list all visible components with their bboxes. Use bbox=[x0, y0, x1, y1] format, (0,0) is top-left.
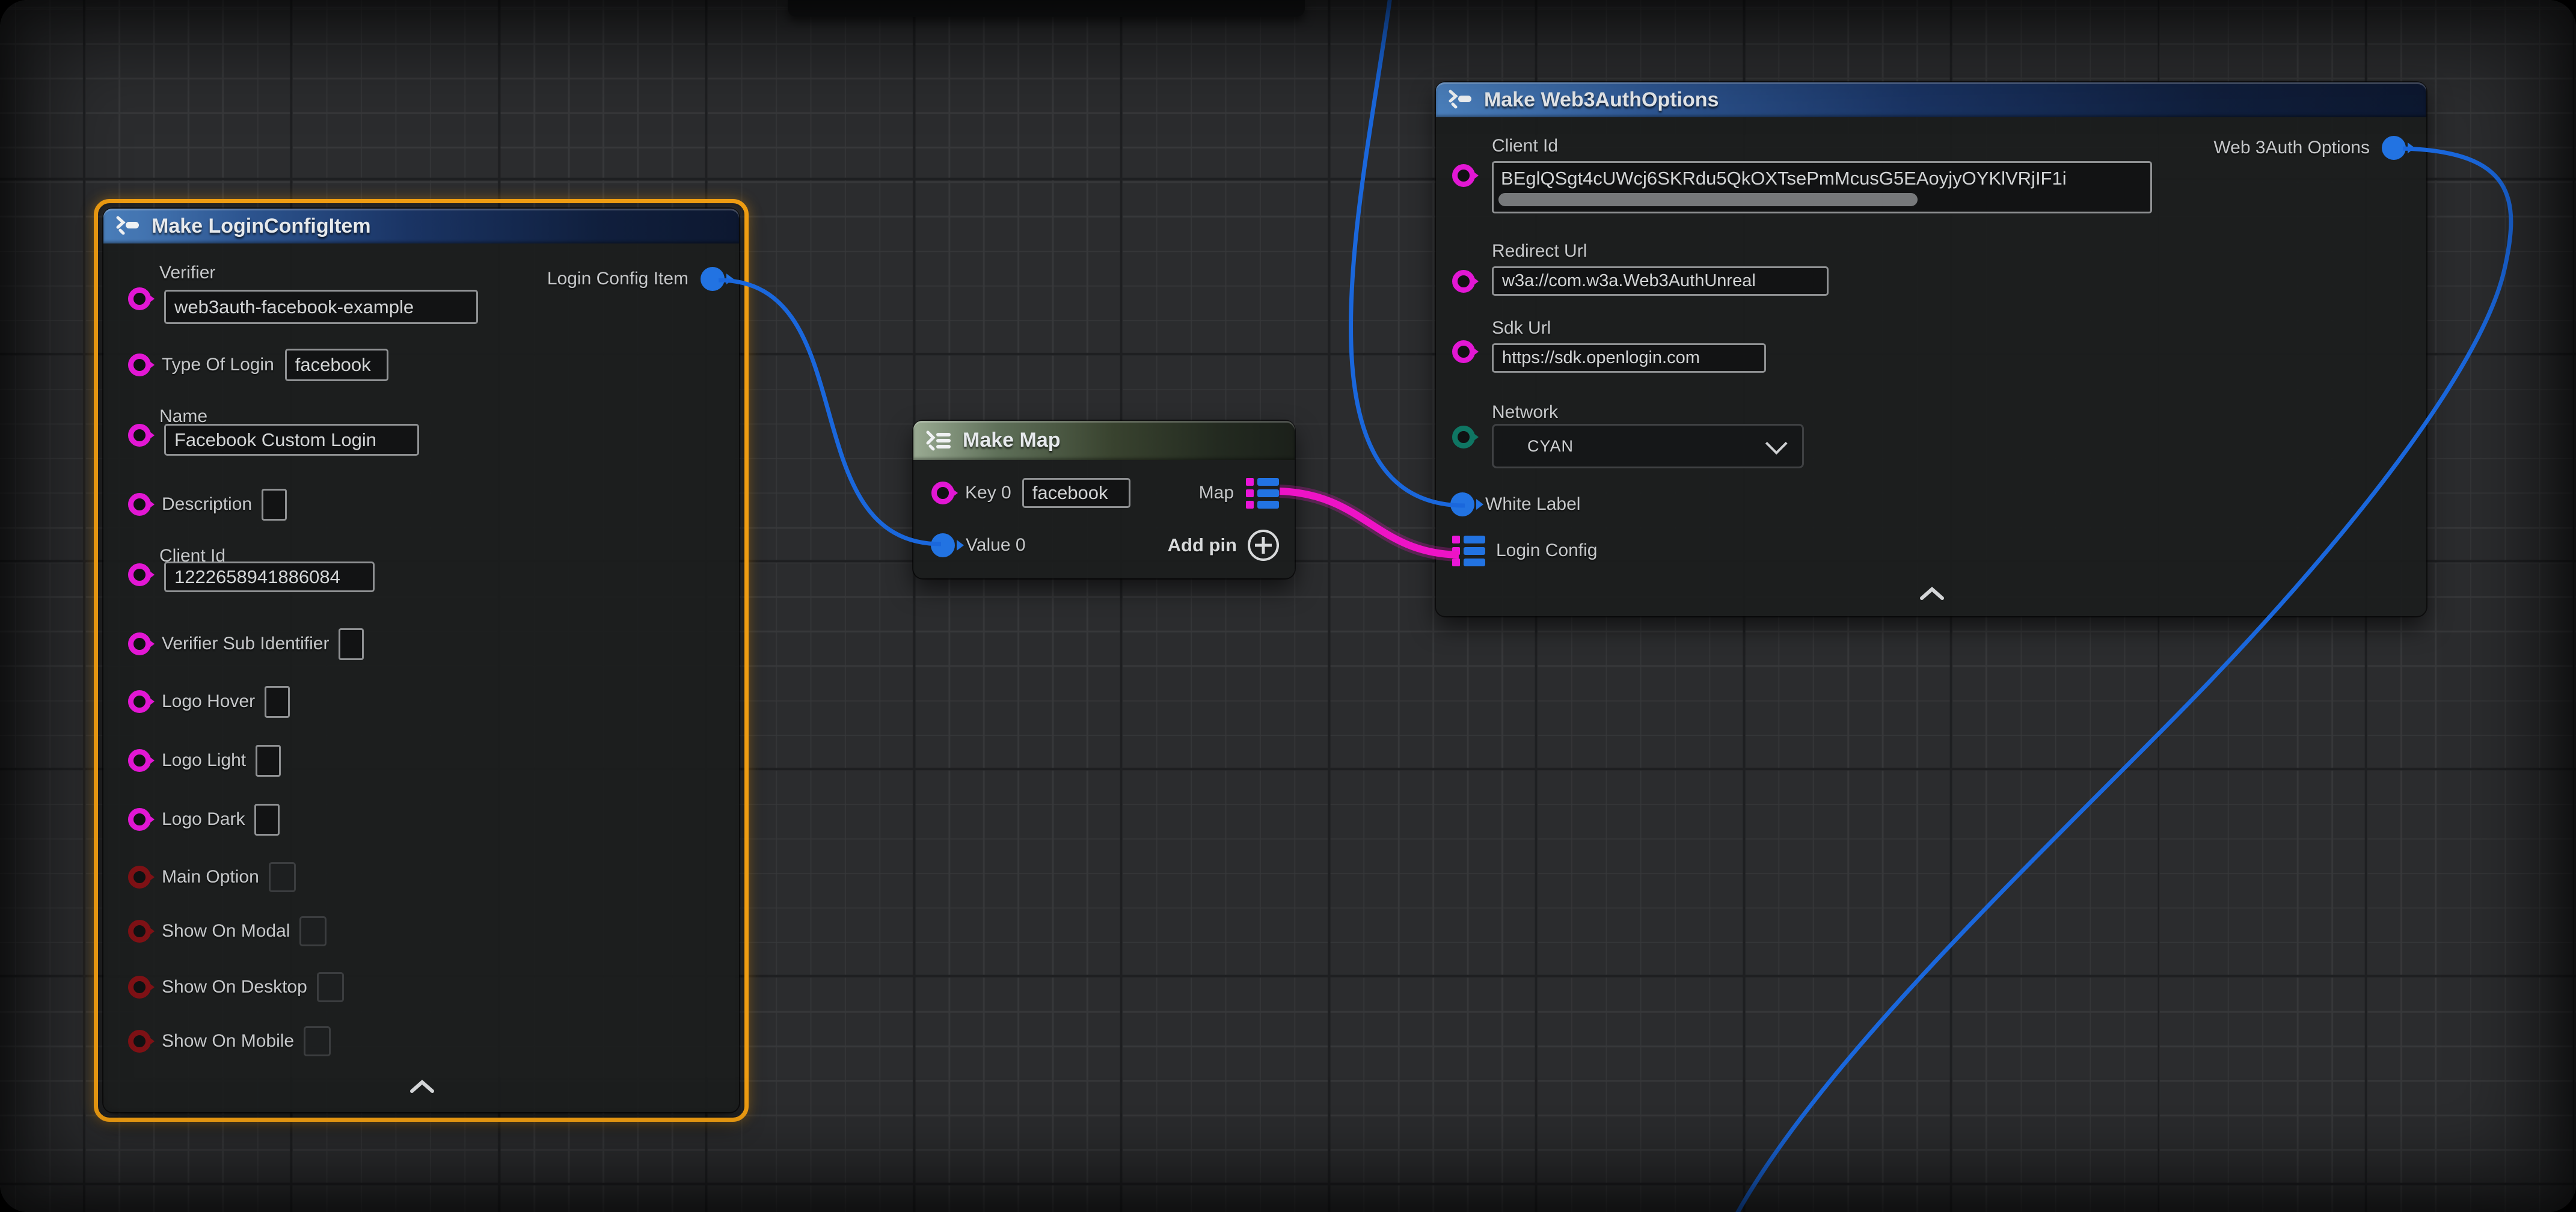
client-id-scrollbar[interactable] bbox=[1498, 193, 1918, 206]
pin-label-key-0: Key 0 bbox=[965, 483, 1011, 503]
pin-label-login-config-item: Login Config Item bbox=[547, 269, 688, 289]
pin-logo-light[interactable] bbox=[128, 749, 151, 772]
pin-show-on-desktop[interactable] bbox=[128, 976, 151, 999]
pin-network[interactable] bbox=[1452, 426, 1475, 448]
network-selected-value: CYAN bbox=[1527, 437, 1574, 456]
add-pin-button[interactable]: Add pin bbox=[1168, 530, 1279, 561]
pin-sdk-url[interactable] bbox=[1452, 340, 1475, 363]
node-header-make-web3authoptions[interactable]: Make Web3AuthOptions bbox=[1436, 82, 2426, 117]
pin-verifier[interactable] bbox=[128, 287, 151, 310]
pin-label-description: Description bbox=[162, 494, 252, 515]
wire-loginconfigitem-to-value0[interactable] bbox=[719, 280, 941, 544]
pin-redirect-url[interactable] bbox=[1452, 270, 1475, 293]
type-of-login-input[interactable]: facebook bbox=[285, 349, 388, 381]
collapse-chevron[interactable] bbox=[407, 1079, 437, 1098]
chevron-down-icon bbox=[1765, 432, 1788, 454]
pin-label-redirect-url: Redirect Url bbox=[1492, 241, 1587, 262]
node-header-make-map[interactable]: Make Map bbox=[913, 421, 1295, 460]
pin-label-client-id: Client Id bbox=[1492, 136, 1558, 156]
pin-label-network: Network bbox=[1492, 402, 1558, 423]
client-id-input[interactable]: 1222658941886084 bbox=[164, 562, 375, 592]
network-dropdown[interactable]: CYAN bbox=[1492, 424, 1804, 468]
node-title: Make Web3AuthOptions bbox=[1484, 88, 1719, 112]
blueprint-canvas[interactable]: Make LoginConfigItem Login Config Item V… bbox=[0, 0, 2576, 1212]
pin-label-value-0: Value 0 bbox=[966, 535, 1026, 556]
pin-output-login-config-item[interactable] bbox=[701, 267, 725, 291]
sdk-url-input[interactable]: https://sdk.openlogin.com bbox=[1492, 343, 1766, 373]
pin-label-sdk-url: Sdk Url bbox=[1492, 318, 1551, 338]
pin-login-config[interactable] bbox=[1452, 536, 1485, 566]
pin-label-verifier-sub-identifier: Verifier Sub Identifier bbox=[162, 634, 329, 654]
pin-white-label[interactable] bbox=[1450, 492, 1474, 516]
pin-logo-dark[interactable] bbox=[128, 808, 151, 831]
pin-client-id[interactable] bbox=[128, 563, 151, 586]
client-id-input[interactable]: BEglQSgt4cUWcj6SKRdu5QkOXTsePmMcusG5EAoy… bbox=[1492, 161, 2152, 213]
pin-label-show-on-modal: Show On Modal bbox=[162, 921, 290, 941]
pin-label-type-of-login: Type Of Login bbox=[162, 355, 274, 375]
logo-light-input[interactable] bbox=[256, 745, 281, 777]
pin-show-on-modal[interactable] bbox=[128, 920, 151, 943]
make-struct-icon bbox=[115, 216, 142, 236]
name-input[interactable]: Facebook Custom Login bbox=[164, 424, 419, 456]
show-on-desktop-checkbox[interactable] bbox=[317, 972, 344, 1002]
pin-label-web3auth-options: Web 3Auth Options bbox=[2213, 138, 2370, 158]
add-pin-label: Add pin bbox=[1168, 534, 1237, 556]
add-pin-plus-icon bbox=[1248, 530, 1279, 561]
pin-key-0[interactable] bbox=[931, 482, 954, 504]
pin-label-main-option: Main Option bbox=[162, 867, 259, 887]
pin-main-option[interactable] bbox=[128, 866, 151, 889]
client-id-value: BEglQSgt4cUWcj6SKRdu5QkOXTsePmMcusG5EAoy… bbox=[1501, 168, 2067, 189]
description-input[interactable] bbox=[262, 489, 287, 521]
pin-label-logo-light: Logo Light bbox=[162, 750, 246, 771]
pin-label-show-on-desktop: Show On Desktop bbox=[162, 977, 307, 997]
pin-label-login-config: Login Config bbox=[1496, 540, 1597, 561]
pin-label-map: Map bbox=[1199, 483, 1234, 503]
main-option-checkbox[interactable] bbox=[269, 862, 296, 892]
node-make-web3authoptions[interactable]: Make Web3AuthOptions Web 3Auth Options C… bbox=[1436, 82, 2426, 616]
pin-output-map[interactable] bbox=[1246, 478, 1279, 509]
collapse-chevron[interactable] bbox=[1917, 586, 1947, 605]
node-header-make-loginconfigitem[interactable]: Make LoginConfigItem bbox=[103, 209, 739, 243]
pin-logo-hover[interactable] bbox=[128, 690, 151, 713]
pin-output-web3auth-options[interactable] bbox=[2382, 136, 2406, 160]
wire-map-to-loginconfig-glow bbox=[1280, 491, 1459, 555]
verifier-sub-identifier-input[interactable] bbox=[339, 628, 364, 660]
logo-hover-input[interactable] bbox=[265, 686, 290, 718]
pin-label-white-label: White Label bbox=[1485, 494, 1580, 515]
offscreen-node-bottom-edge[interactable] bbox=[788, 0, 1305, 17]
make-struct-icon bbox=[1448, 90, 1474, 110]
pin-name[interactable] bbox=[128, 424, 151, 447]
pin-type-of-login[interactable] bbox=[128, 354, 151, 376]
show-on-modal-checkbox[interactable] bbox=[299, 916, 327, 946]
redirect-url-input[interactable]: w3a://com.w3a.Web3AuthUnreal bbox=[1492, 266, 1829, 296]
key-0-input[interactable]: facebook bbox=[1022, 478, 1130, 508]
wire-map-to-loginconfig[interactable] bbox=[1280, 491, 1459, 555]
pin-label-logo-hover: Logo Hover bbox=[162, 691, 255, 712]
verifier-input[interactable]: web3auth-facebook-example bbox=[164, 290, 478, 324]
node-title: Make LoginConfigItem bbox=[152, 215, 371, 238]
pin-label-logo-dark: Logo Dark bbox=[162, 809, 245, 830]
logo-dark-input[interactable] bbox=[254, 804, 280, 836]
node-title: Make Map bbox=[963, 429, 1061, 452]
node-make-loginconfigitem[interactable]: Make LoginConfigItem Login Config Item V… bbox=[103, 209, 739, 1112]
pin-show-on-mobile[interactable] bbox=[128, 1030, 151, 1053]
pin-description[interactable] bbox=[128, 493, 151, 516]
pin-client-id[interactable] bbox=[1452, 164, 1475, 187]
pin-verifier-sub-identifier[interactable] bbox=[128, 632, 151, 655]
show-on-mobile-checkbox[interactable] bbox=[304, 1026, 331, 1056]
pin-value-0[interactable] bbox=[931, 533, 955, 557]
make-map-icon bbox=[925, 430, 953, 451]
pin-label-verifier: Verifier bbox=[159, 263, 215, 283]
node-make-map[interactable]: Make Map Key 0 facebook Map Value 0 Add … bbox=[913, 421, 1295, 578]
pin-label-show-on-mobile: Show On Mobile bbox=[162, 1031, 294, 1051]
